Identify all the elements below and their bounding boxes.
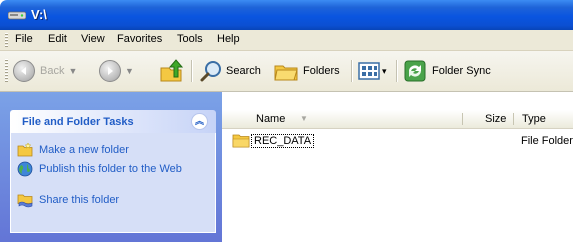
file-name: REC_DATA — [251, 134, 315, 148]
forward-arrow-icon — [99, 60, 121, 82]
folder-icon — [232, 134, 250, 148]
task-label: Publish this folder to the Web — [39, 163, 182, 175]
views-dropdown-icon[interactable]: ▾ — [382, 66, 387, 77]
menu-view[interactable]: View — [79, 33, 107, 45]
column-header-type[interactable]: Type — [522, 113, 546, 125]
folder-sync-label: Folder Sync — [432, 65, 491, 77]
folder-sync-button[interactable]: Folder Sync — [403, 58, 491, 84]
column-header-size[interactable]: Size — [485, 113, 506, 125]
task-label: Share this folder — [39, 194, 120, 206]
folders-label: Folders — [303, 65, 340, 77]
column-divider[interactable] — [462, 113, 463, 125]
column-header-row: Name ▼ Size Type — [222, 110, 573, 129]
menu-bar: File Edit View Favorites Tools Help — [0, 30, 573, 51]
toolbar-separator — [191, 60, 193, 82]
search-label: Search — [226, 65, 261, 77]
search-button[interactable]: Search — [199, 58, 261, 84]
search-icon — [200, 61, 221, 82]
task-make-new-folder[interactable]: Make a new folder — [17, 142, 129, 158]
toolbar-separator — [396, 60, 398, 82]
toolbar: Back ▼ ▼ Search Folders ▾ Folder Sync — [0, 51, 573, 92]
views-icon — [358, 62, 380, 80]
up-folder-button[interactable] — [159, 58, 185, 84]
views-button[interactable]: ▾ — [358, 58, 387, 84]
task-panel-body: Make a new folder Publish this folder to… — [10, 133, 216, 233]
forward-dropdown-icon[interactable]: ▼ — [125, 66, 134, 76]
file-list-view[interactable]: Name ▼ Size Type REC_DATA File Folder — [222, 92, 573, 242]
file-type: File Folder — [521, 135, 573, 147]
back-arrow-icon — [13, 60, 35, 82]
explorer-window: V:\ File Edit View Favorites Tools Help … — [0, 0, 573, 242]
file-folder-tasks-header[interactable]: File and Folder Tasks ︽ — [10, 110, 216, 133]
forward-button[interactable]: ▼ — [99, 58, 134, 84]
new-folder-icon — [17, 142, 33, 157]
collapse-chevron-icon[interactable]: ︽ — [191, 113, 208, 130]
back-label: Back — [40, 65, 65, 77]
globe-icon — [17, 161, 33, 177]
window-title: V:\ — [31, 7, 47, 22]
column-divider[interactable] — [513, 113, 514, 125]
task-publish-to-web[interactable]: Publish this folder to the Web — [17, 161, 197, 177]
menu-help[interactable]: Help — [215, 33, 242, 45]
menu-tools[interactable]: Tools — [175, 33, 205, 45]
drive-icon — [8, 11, 26, 20]
sort-arrow-icon: ▼ — [300, 114, 308, 123]
task-panel-title: File and Folder Tasks — [22, 116, 134, 128]
toolbar-grip[interactable] — [5, 59, 8, 83]
title-bar[interactable]: V:\ — [0, 0, 573, 30]
task-pane: File and Folder Tasks ︽ Make a new folde… — [0, 92, 222, 242]
task-share-folder[interactable]: Share this folder — [17, 192, 119, 208]
share-folder-icon — [17, 194, 33, 208]
file-row[interactable]: REC_DATA File Folder — [230, 133, 573, 149]
folders-icon — [274, 65, 298, 81]
task-label: Make a new folder — [39, 144, 129, 156]
menu-file[interactable]: File — [13, 33, 35, 45]
back-dropdown-icon[interactable]: ▼ — [68, 66, 77, 76]
up-folder-icon — [160, 59, 184, 82]
menu-edit[interactable]: Edit — [46, 33, 69, 45]
menubar-grip[interactable] — [5, 33, 8, 47]
toolbar-separator — [351, 60, 353, 82]
folders-button[interactable]: Folders — [274, 58, 340, 84]
folder-sync-icon — [404, 60, 426, 82]
menu-favorites[interactable]: Favorites — [115, 33, 164, 45]
column-header-name[interactable]: Name — [256, 113, 285, 125]
back-button[interactable]: Back ▼ — [13, 58, 77, 84]
